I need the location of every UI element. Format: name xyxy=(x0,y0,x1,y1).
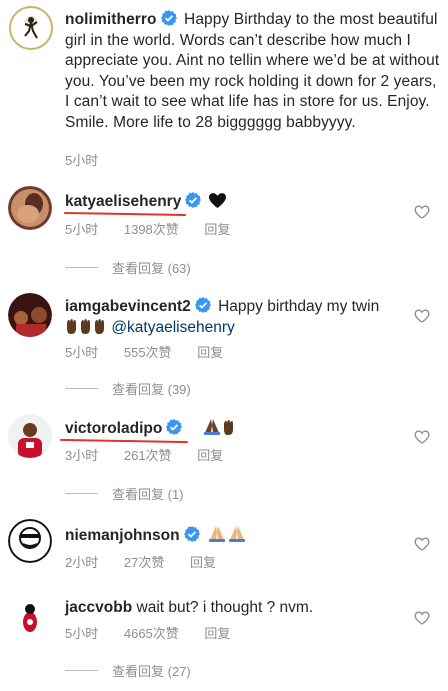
comment-body: niemanjohnson xyxy=(65,524,395,548)
comment-body: jaccvobb wait but? i thought ? nvm. xyxy=(65,597,395,618)
comment-meta: 5小时 1398次赞 回复 xyxy=(65,219,252,238)
mention-link[interactable]: @katyaelisehenry xyxy=(111,319,234,336)
verified-icon xyxy=(185,192,201,208)
reply-button[interactable]: 回复 xyxy=(197,448,223,463)
like-heart-icon[interactable] xyxy=(414,536,430,552)
comment-time: 5小时 xyxy=(65,222,99,237)
reply-button[interactable]: 回复 xyxy=(204,626,230,641)
comment-body: katyaelisehenry xyxy=(65,191,395,214)
verified-icon xyxy=(195,297,211,313)
praying-hands-icon xyxy=(207,524,247,548)
view-replies-button[interactable]: 查看回复 (39) xyxy=(65,379,191,398)
view-replies-button[interactable]: 查看回复 (1) xyxy=(65,484,184,503)
comment-meta: 5小时 4665次赞 回复 xyxy=(65,623,252,642)
comment-username[interactable]: jaccvobb xyxy=(65,599,132,616)
like-heart-icon[interactable] xyxy=(414,308,430,324)
avatar[interactable] xyxy=(8,186,52,230)
like-heart-icon[interactable] xyxy=(414,429,430,445)
view-replies-label: 查看回复 (39) xyxy=(112,382,191,397)
view-replies-button[interactable]: 查看回复 (27) xyxy=(65,661,191,680)
verified-icon xyxy=(166,419,182,435)
comment-body: victoroladipo xyxy=(65,417,395,441)
comment-meta: 2小时 27次赞 回复 xyxy=(65,552,238,571)
avatar[interactable] xyxy=(8,293,52,337)
black-heart-icon xyxy=(208,193,226,214)
view-replies-label: 查看回复 (1) xyxy=(112,487,184,502)
comment-username[interactable]: victoroladipo xyxy=(65,420,162,437)
view-replies-label: 查看回复 (63) xyxy=(112,261,191,276)
verified-icon xyxy=(184,526,200,542)
verified-icon xyxy=(161,10,177,26)
comment-likes[interactable]: 555次赞 xyxy=(124,345,172,360)
reply-button[interactable]: 回复 xyxy=(197,345,223,360)
comment-text: Happy birthday my twin xyxy=(218,298,380,315)
like-heart-icon[interactable] xyxy=(414,610,430,626)
comment-body: iamgabevincent2 Happy birthday my twin @… xyxy=(65,296,395,340)
reply-button[interactable]: 回复 xyxy=(204,222,230,237)
avatar[interactable] xyxy=(8,519,52,563)
avatar[interactable] xyxy=(8,414,52,458)
like-heart-icon[interactable] xyxy=(414,204,430,220)
comment-username[interactable]: niemanjohnson xyxy=(65,527,180,544)
comment-likes[interactable]: 1398次赞 xyxy=(124,222,179,237)
comment-likes[interactable]: 4665次赞 xyxy=(124,626,179,641)
comment-time: 5小时 xyxy=(65,345,99,360)
avatar-figure-icon xyxy=(24,17,38,39)
comment-text: wait but? i thought ? nvm. xyxy=(136,599,314,616)
comment-likes[interactable]: 27次赞 xyxy=(124,555,164,570)
comment-username[interactable]: katyaelisehenry xyxy=(65,193,181,210)
view-replies-label: 查看回复 (27) xyxy=(112,664,191,679)
view-replies-button[interactable]: 查看回复 (63) xyxy=(65,258,191,277)
comment-username[interactable]: iamgabevincent2 xyxy=(65,298,191,315)
comment-meta: 5小时 555次赞 回复 xyxy=(65,342,245,361)
praying-hands-icon xyxy=(202,417,236,441)
divider-line xyxy=(65,388,98,389)
reply-button[interactable]: 回复 xyxy=(190,555,216,570)
divider-line xyxy=(65,267,98,268)
comment-meta: 3小时 261次赞 回复 xyxy=(65,445,245,464)
comment-likes[interactable]: 261次赞 xyxy=(124,448,172,463)
caption-username[interactable]: nolimitherro xyxy=(65,11,157,28)
avatar[interactable] xyxy=(8,594,52,638)
divider-line xyxy=(65,493,98,494)
divider-line xyxy=(65,670,98,671)
caption-body: Happy Birthday to the most beautiful gir… xyxy=(65,11,440,131)
caption-text-block: nolimitherro Happy Birthday to the most … xyxy=(65,10,441,133)
caption-time: 5小时 xyxy=(65,153,99,168)
comment-time: 3小时 xyxy=(65,448,99,463)
caption-avatar[interactable] xyxy=(9,6,53,50)
comment-time: 2小时 xyxy=(65,555,99,570)
comment-time: 5小时 xyxy=(65,626,99,641)
raised-hands-icon xyxy=(65,318,107,340)
